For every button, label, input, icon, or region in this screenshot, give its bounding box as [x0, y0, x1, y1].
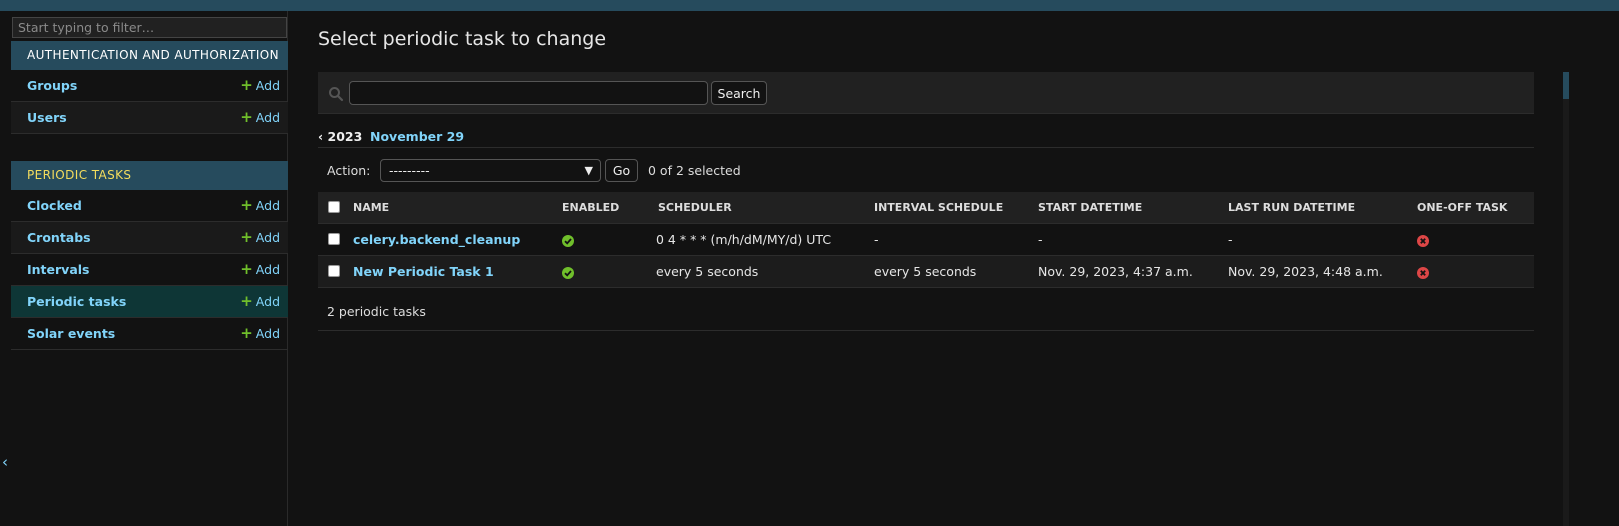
select-all-checkbox[interactable] [328, 201, 340, 214]
interval-cell: - [874, 223, 1038, 256]
model-link-periodic-tasks[interactable]: Periodic tasks [27, 294, 126, 309]
start-datetime-cell: Nov. 29, 2023, 4:37 a.m. [1038, 255, 1228, 288]
action-select[interactable]: --------- ▼ [380, 159, 601, 182]
model-link-intervals[interactable]: Intervals [27, 262, 89, 277]
model-link-solar-events[interactable]: Solar events [27, 326, 115, 341]
search-button[interactable]: Search [711, 81, 767, 105]
result-count: 2 periodic tasks [327, 304, 426, 319]
plus-icon: + [240, 260, 253, 278]
column-header-interval-schedule[interactable]: Interval Schedule [874, 192, 1038, 224]
plus-icon: + [240, 324, 253, 342]
nav-sidebar: Authentication and Authorization Groups … [11, 11, 288, 526]
date-current-link[interactable]: November 29 [370, 129, 464, 144]
add-clocked-link[interactable]: + Add [240, 196, 280, 214]
column-header-last-run-datetime[interactable]: Last run datetime [1228, 192, 1417, 224]
action-select-value: --------- [389, 163, 430, 178]
model-link-groups[interactable]: Groups [27, 78, 77, 93]
interval-cell: every 5 seconds [874, 255, 1038, 288]
plus-icon: + [240, 108, 253, 126]
row-select-checkbox[interactable] [328, 233, 340, 245]
sidebar-item-solar-events: Solar events + Add [11, 318, 288, 350]
sidebar-item-users: Users + Add [11, 102, 288, 134]
plus-icon: + [240, 292, 253, 310]
add-users-link[interactable]: + Add [240, 108, 280, 126]
chevron-left-icon[interactable]: ‹ [0, 452, 10, 472]
top-header-bar [0, 0, 1619, 11]
search-input[interactable] [349, 81, 708, 105]
model-link-clocked[interactable]: Clocked [27, 198, 82, 213]
select-all-header [318, 192, 353, 224]
add-crontabs-link[interactable]: + Add [240, 228, 280, 246]
actions-bar: Action: --------- ▼ Go 0 of 2 selected [318, 148, 1534, 192]
sidebar-item-crontabs: Crontabs + Add [11, 222, 288, 254]
start-datetime-cell: - [1038, 223, 1228, 256]
page-title: Select periodic task to change [318, 28, 607, 50]
add-groups-link[interactable]: + Add [240, 76, 280, 94]
module-periodic-tasks: Periodic Tasks Clocked + Add Crontabs + Ad… [11, 161, 288, 350]
go-button[interactable]: Go [605, 159, 638, 182]
column-header-name[interactable]: Name [353, 192, 562, 224]
selected-count: 0 of 2 selected [648, 163, 741, 178]
scheduler-cell: every 5 seconds [649, 255, 874, 288]
add-intervals-link[interactable]: + Add [240, 260, 280, 278]
task-name-link[interactable]: celery.backend_cleanup [353, 232, 520, 247]
check-circle-icon [562, 266, 574, 279]
sidebar-item-groups: Groups + Add [11, 70, 288, 102]
column-header-one-off-task[interactable]: One-off Task [1417, 192, 1534, 224]
nav-filter-input[interactable] [12, 17, 287, 38]
table-row: celery.backend_cleanup 0 4 * * * (m/h/dM… [318, 223, 1534, 256]
sidebar-item-periodic-tasks: Periodic tasks + Add [11, 286, 288, 318]
column-header-start-datetime[interactable]: Start Datetime [1038, 192, 1228, 224]
add-periodic-tasks-link[interactable]: + Add [240, 292, 280, 310]
module-caption-auth: Authentication and Authorization [11, 41, 288, 70]
date-hierarchy: ‹ 2023 November 29 [318, 125, 1534, 148]
add-solar-events-link[interactable]: + Add [240, 324, 280, 342]
model-link-crontabs[interactable]: Crontabs [27, 230, 91, 245]
last-run-cell: - [1228, 223, 1417, 256]
action-label: Action: [327, 163, 371, 178]
right-edge-strip [1563, 72, 1569, 526]
column-header-enabled[interactable]: Enabled [562, 192, 649, 224]
table-row: New Periodic Task 1 every 5 seconds ever… [318, 255, 1534, 288]
x-circle-icon [1417, 266, 1429, 279]
date-back-link[interactable]: ‹ 2023 [318, 129, 362, 144]
paginator: 2 periodic tasks [318, 295, 1534, 331]
search-toolbar: Search [318, 72, 1534, 114]
column-header-scheduler[interactable]: Scheduler [649, 192, 874, 224]
result-list-table: Name Enabled Scheduler Interval Schedule… [318, 192, 1534, 288]
plus-icon: + [240, 228, 253, 246]
plus-icon: + [240, 76, 253, 94]
module-auth: Authentication and Authorization Groups … [11, 41, 288, 134]
sidebar-item-clocked: Clocked + Add [11, 190, 288, 222]
scheduler-cell: 0 4 * * * (m/h/dM/MY/d) UTC [649, 223, 874, 256]
x-circle-icon [1417, 234, 1429, 247]
chevron-down-icon: ▼ [584, 164, 593, 177]
check-circle-icon [562, 234, 574, 247]
last-run-cell: Nov. 29, 2023, 4:48 a.m. [1228, 255, 1417, 288]
module-caption-periodic-tasks: Periodic Tasks [11, 161, 288, 190]
right-edge-thumb [1563, 72, 1569, 99]
table-header-row: Name Enabled Scheduler Interval Schedule… [318, 192, 1534, 224]
task-name-link[interactable]: New Periodic Task 1 [353, 264, 494, 279]
plus-icon: + [240, 196, 253, 214]
row-select-checkbox[interactable] [328, 265, 340, 277]
sidebar-item-intervals: Intervals + Add [11, 254, 288, 286]
search-icon [329, 87, 344, 102]
model-link-users[interactable]: Users [27, 110, 67, 125]
